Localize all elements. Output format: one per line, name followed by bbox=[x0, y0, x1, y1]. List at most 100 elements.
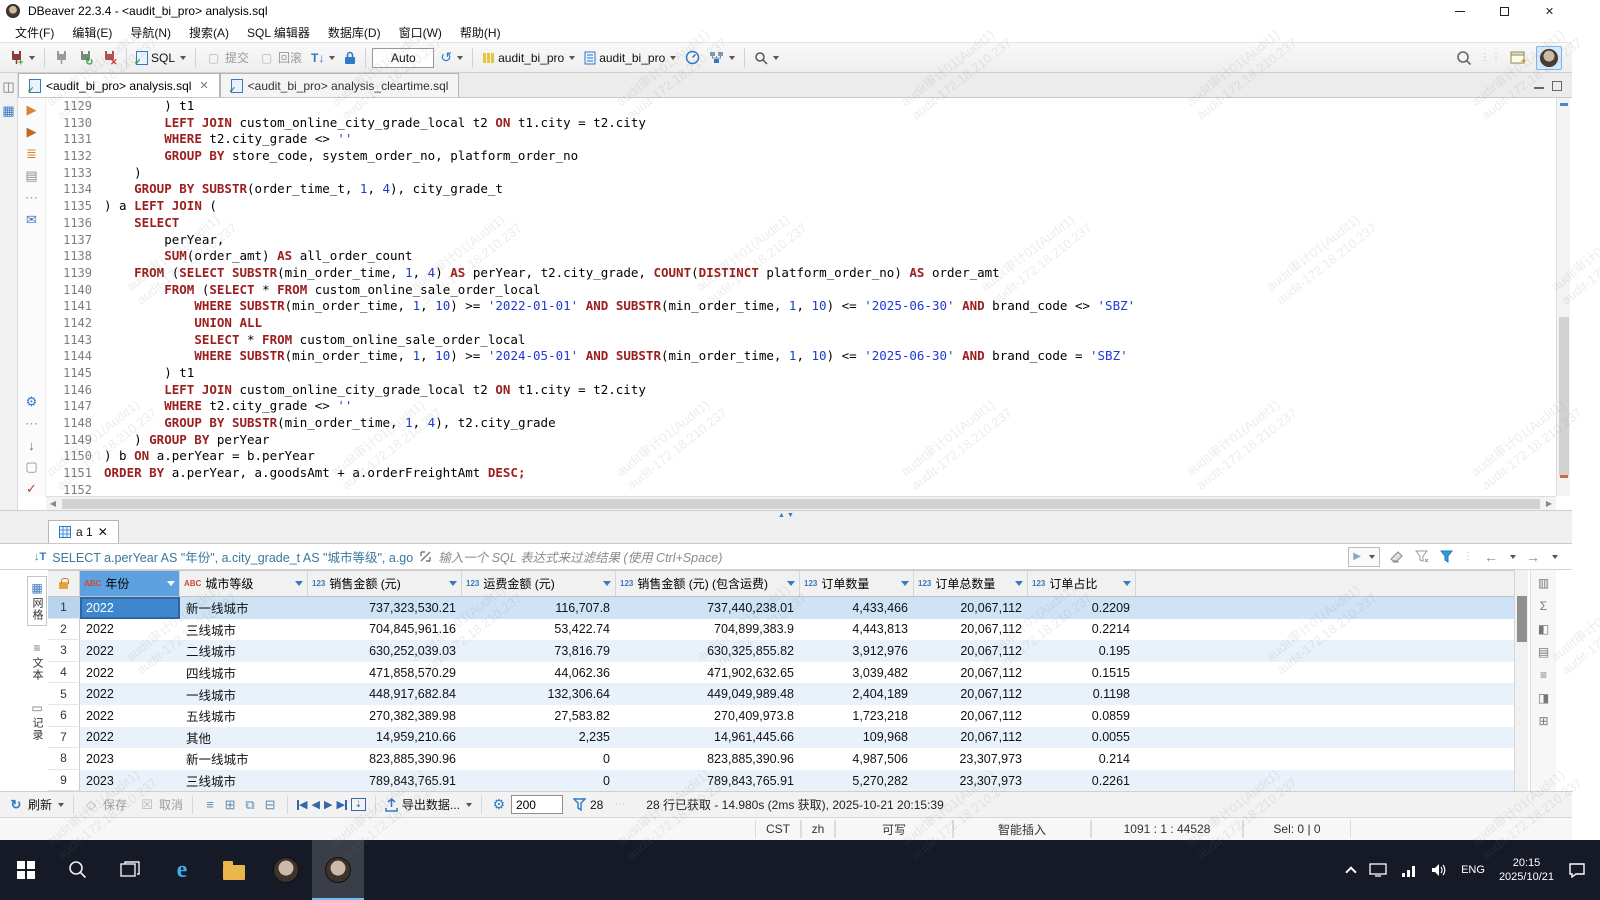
scroll-right-icon[interactable]: ▶ bbox=[1542, 499, 1556, 508]
cell[interactable]: 704,899,383.9 bbox=[616, 619, 800, 641]
sql-editor-area[interactable]: 1129 ) t11130 LEFT JOIN custom_online_ci… bbox=[46, 98, 1556, 496]
table-row[interactable]: 42022四线城市471,858,570.2944,062.36471,902,… bbox=[48, 662, 1514, 684]
cell[interactable]: 2022 bbox=[80, 705, 180, 727]
copy-row-icon[interactable]: ⧉ bbox=[242, 797, 258, 813]
cell[interactable]: 三线城市 bbox=[180, 619, 308, 641]
column-dropdown-icon[interactable] bbox=[603, 581, 611, 586]
cell[interactable]: 132,306.64 bbox=[462, 683, 616, 705]
new-connection-button[interactable]: + bbox=[6, 48, 38, 67]
run-icon[interactable]: ▶ bbox=[23, 102, 41, 118]
editor-results-splitter[interactable]: ▲▼ bbox=[0, 510, 1572, 520]
prev-page-button[interactable]: ◀ bbox=[312, 798, 320, 811]
gear-icon[interactable]: ⚙ bbox=[23, 394, 41, 410]
cell[interactable]: 0.2209 bbox=[1028, 597, 1136, 619]
cell[interactable]: 20,067,112 bbox=[914, 727, 1028, 749]
search-button[interactable] bbox=[751, 49, 782, 67]
delete-row-icon[interactable]: ⊟ bbox=[262, 797, 278, 813]
reconnect-button[interactable]: ↻ bbox=[75, 48, 96, 67]
column-dropdown-icon[interactable] bbox=[901, 581, 909, 586]
grid-corner-cell[interactable] bbox=[48, 571, 80, 596]
lock-button[interactable] bbox=[341, 49, 359, 67]
cell[interactable]: 53,422.74 bbox=[462, 619, 616, 641]
cell[interactable]: 0.214 bbox=[1028, 748, 1136, 770]
column-header-3[interactable]: 123销售金额 (元) bbox=[308, 571, 462, 596]
commit-mode-combo[interactable]: Auto bbox=[372, 48, 434, 68]
side-tab-网格[interactable]: ▦网格 bbox=[27, 576, 47, 626]
ie-taskbar-button[interactable]: e bbox=[156, 840, 208, 900]
table-row[interactable]: 12022新一线城市737,323,530.21116,707.8737,440… bbox=[48, 597, 1514, 619]
cell[interactable]: 823,885,390.96 bbox=[616, 748, 800, 770]
transaction-mode-button[interactable]: T↓ bbox=[308, 49, 338, 67]
cell[interactable]: 2,404,189 bbox=[800, 683, 914, 705]
cell[interactable]: 2022 bbox=[80, 683, 180, 705]
column-header-2[interactable]: ABC城市等级 bbox=[180, 571, 308, 596]
column-dropdown-icon[interactable] bbox=[787, 581, 795, 586]
row-number[interactable]: 8 bbox=[48, 748, 80, 770]
grid-options-icon[interactable]: ▤ bbox=[1538, 645, 1549, 659]
add-row-icon[interactable]: ⊞ bbox=[222, 797, 238, 813]
tray-expand-icon[interactable] bbox=[1345, 866, 1356, 877]
schema-selector[interactable]: audit_bi_pro bbox=[581, 49, 679, 67]
row-number[interactable]: 2 bbox=[48, 619, 80, 641]
save-button[interactable]: 保存 bbox=[103, 796, 127, 813]
table-row[interactable]: 62022五线城市270,382,389.9827,583.82270,409,… bbox=[48, 705, 1514, 727]
cell[interactable]: 0.1515 bbox=[1028, 662, 1136, 684]
cell[interactable]: 449,049,989.48 bbox=[616, 683, 800, 705]
references-panel-icon[interactable]: ◨ bbox=[1538, 691, 1549, 705]
restore-panel-icon[interactable]: ◫ bbox=[0, 79, 18, 95]
table-row[interactable]: 92023三线城市789,843,765.910789,843,765.915,… bbox=[48, 770, 1514, 791]
cell[interactable]: 270,382,389.98 bbox=[308, 705, 462, 727]
cell[interactable]: 0.1198 bbox=[1028, 683, 1136, 705]
cell[interactable]: 23,307,973 bbox=[914, 748, 1028, 770]
tray-volume-icon[interactable] bbox=[1431, 863, 1447, 877]
row-number[interactable]: 4 bbox=[48, 662, 80, 684]
dbeaver-taskbar-button[interactable] bbox=[260, 840, 312, 900]
network-profile-button[interactable] bbox=[706, 49, 738, 66]
cell[interactable]: 20,067,112 bbox=[914, 597, 1028, 619]
row-number[interactable]: 6 bbox=[48, 705, 80, 727]
eraser-icon[interactable] bbox=[1390, 550, 1405, 563]
tray-network-icon[interactable] bbox=[1401, 864, 1417, 877]
history-forward-button[interactable]: → bbox=[1526, 549, 1540, 565]
cell[interactable]: 27,583.82 bbox=[462, 705, 616, 727]
results-tab[interactable]: a 1 ✕ bbox=[48, 520, 119, 543]
minimize-panel-icon[interactable] bbox=[1534, 81, 1544, 89]
close-icon[interactable]: ✕ bbox=[98, 525, 108, 539]
cell[interactable]: 2023 bbox=[80, 748, 180, 770]
cell[interactable]: 五线城市 bbox=[180, 705, 308, 727]
save-file-icon[interactable]: ↓ bbox=[23, 438, 41, 453]
close-icon[interactable]: ✕ bbox=[199, 79, 208, 92]
cell[interactable]: 3,912,976 bbox=[800, 640, 914, 662]
menu-item[interactable]: 窗口(W) bbox=[390, 22, 451, 43]
cell[interactable]: 471,858,570.29 bbox=[308, 662, 462, 684]
scrollbar-thumb[interactable] bbox=[62, 499, 1540, 509]
explorer-taskbar-button[interactable] bbox=[208, 840, 260, 900]
cell[interactable]: 73,816.79 bbox=[462, 640, 616, 662]
cell[interactable]: 823,885,390.96 bbox=[308, 748, 462, 770]
table-row[interactable]: 82023新一线城市823,885,390.960823,885,390.964… bbox=[48, 748, 1514, 770]
column-header-4[interactable]: 123运费金额 (元) bbox=[462, 571, 616, 596]
notification-icon[interactable] bbox=[1568, 862, 1586, 878]
cell[interactable]: 2022 bbox=[80, 662, 180, 684]
cell[interactable]: 2022 bbox=[80, 727, 180, 749]
cell[interactable]: 新一线城市 bbox=[180, 597, 308, 619]
column-header-5[interactable]: 123销售金额 (元) (包含运费) bbox=[616, 571, 800, 596]
quick-search-icon[interactable] bbox=[1456, 50, 1472, 66]
minimize-button[interactable] bbox=[1437, 0, 1482, 22]
cell[interactable]: 4,443,813 bbox=[800, 619, 914, 641]
column-dropdown-icon[interactable] bbox=[449, 581, 457, 586]
cell[interactable]: 20,067,112 bbox=[914, 683, 1028, 705]
value-panel-icon[interactable]: ▥ bbox=[1538, 576, 1549, 590]
cell[interactable]: 2,235 bbox=[462, 727, 616, 749]
menu-item[interactable]: SQL 编辑器 bbox=[238, 22, 319, 43]
cell[interactable]: 20,067,112 bbox=[914, 619, 1028, 641]
cell[interactable]: 0.0055 bbox=[1028, 727, 1136, 749]
cell[interactable]: 2022 bbox=[80, 640, 180, 662]
dots2-icon[interactable]: ⋯ bbox=[23, 416, 41, 432]
row-number[interactable]: 1 bbox=[48, 597, 80, 619]
cell[interactable]: 4,987,506 bbox=[800, 748, 914, 770]
remove-filter-icon[interactable] bbox=[1415, 550, 1430, 563]
user-perspective-button[interactable] bbox=[1536, 46, 1562, 70]
apply-filter-button[interactable]: ▶ bbox=[1348, 547, 1380, 567]
menu-item[interactable]: 导航(N) bbox=[121, 22, 180, 43]
